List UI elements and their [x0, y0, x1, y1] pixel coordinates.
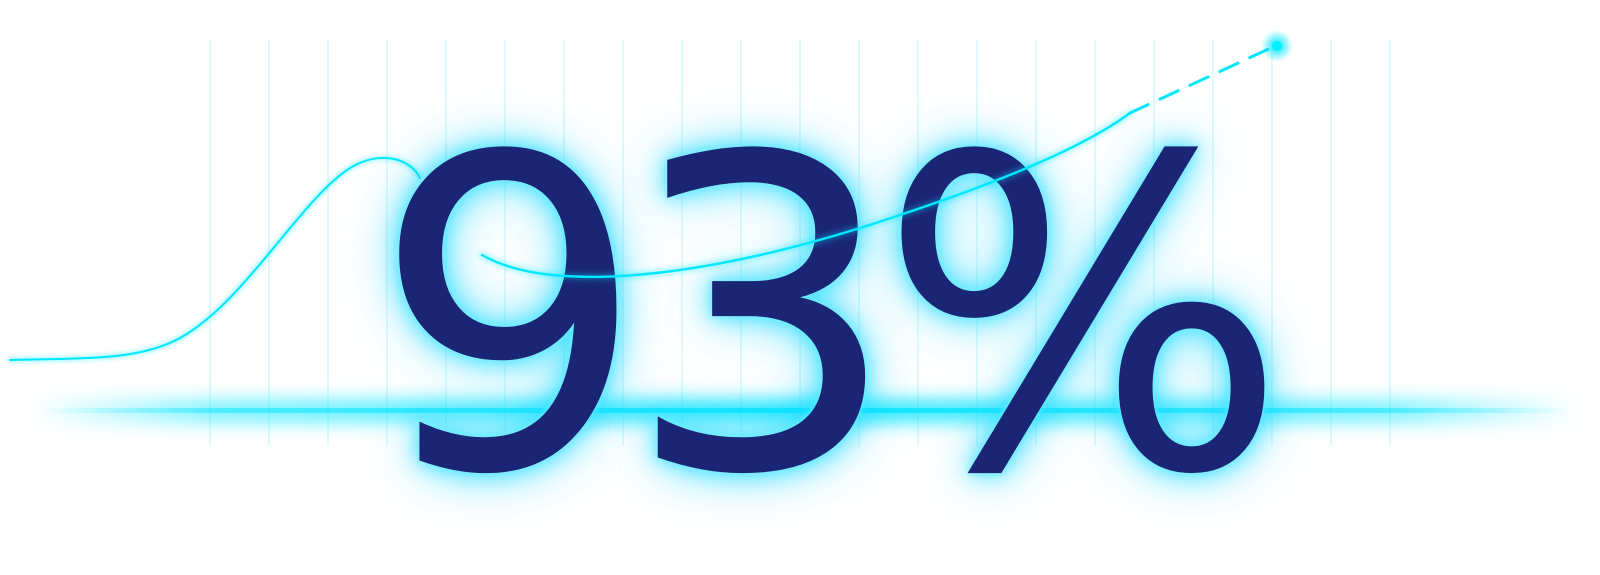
- bell-curve-line: [7, 155, 423, 363]
- statistic-value: 93%: [372, 66, 1288, 569]
- stat-graphic: 93%: [0, 0, 1600, 575]
